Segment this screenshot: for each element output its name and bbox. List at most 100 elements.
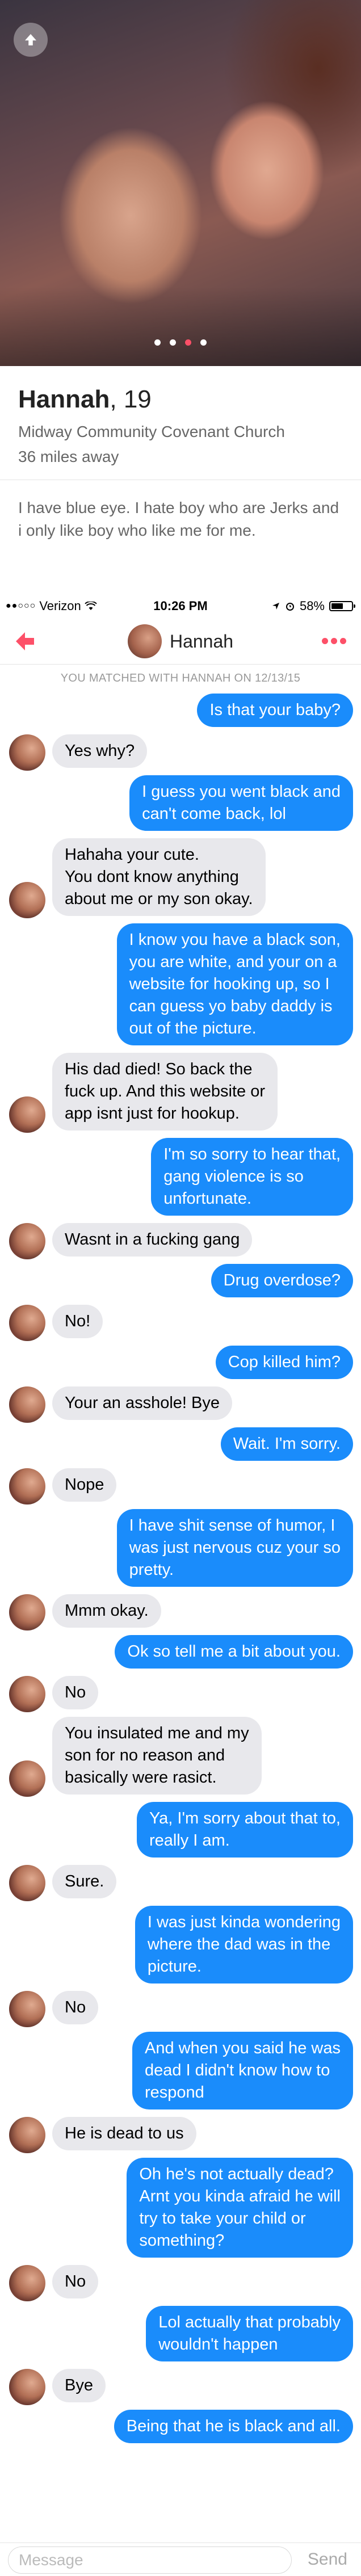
message-bubble[interactable]: I was just kinda wondering where the dad …: [135, 1906, 353, 1984]
message-bubble[interactable]: Hahaha your cute. You dont know anything a…: [52, 838, 266, 916]
message-line: His dad died! So back the: [65, 1060, 253, 1078]
message-bubble[interactable]: No!: [52, 1305, 103, 1338]
outgoing-message: Cop killed him?: [0, 1346, 361, 1379]
message-bubble[interactable]: He is dead to us: [52, 2117, 196, 2150]
message-bubble[interactable]: And when you said he was dead I didn't kn…: [132, 2032, 353, 2109]
message-line: I guess you went black and: [142, 783, 341, 801]
message-line: Yes why?: [65, 742, 135, 760]
message-line: Lol actually that probably: [158, 2313, 341, 2331]
message-bubble[interactable]: Drug overdose?: [211, 1264, 353, 1297]
message-line: Mmm okay.: [65, 1602, 149, 1620]
photo-dot-active[interactable]: [185, 339, 191, 346]
avatar[interactable]: [127, 624, 162, 658]
incoming-message: He is dead to us: [0, 2117, 361, 2153]
message-bubble[interactable]: Ok so tell me a bit about you.: [115, 1635, 353, 1669]
message-bubble[interactable]: No: [52, 1676, 99, 1709]
message-line: You dont know anything: [65, 868, 239, 886]
profile-info: Hannah, 19 Midway Community Covenant Chu…: [0, 366, 361, 593]
message-bubble[interactable]: His dad died! So back the fuck up. And th…: [52, 1053, 278, 1131]
message-bubble[interactable]: Mmm okay.: [52, 1594, 161, 1628]
incoming-message: Hahaha your cute. You dont know anything a…: [0, 838, 361, 918]
message-bubble[interactable]: No: [52, 2265, 99, 2298]
avatar[interactable]: [9, 734, 45, 771]
incoming-message: No: [0, 1676, 361, 1712]
message-bubble[interactable]: Lol actually that probably wouldn't happe…: [146, 2306, 353, 2361]
message-bubble[interactable]: I'm so sorry to hear that, gang violence …: [151, 1138, 353, 1216]
outgoing-message: Ya, I'm sorry about that to, really I am.: [0, 1802, 361, 1858]
profile-photo[interactable]: [0, 0, 361, 366]
avatar[interactable]: [9, 882, 45, 918]
outgoing-message: And when you said he was dead I didn't kn…: [0, 2032, 361, 2109]
message-bubble[interactable]: Is that your baby?: [197, 694, 353, 727]
message-bubble[interactable]: Sure.: [52, 1865, 117, 1898]
message-line: Your an asshole! Bye: [65, 1394, 220, 1412]
message-bubble[interactable]: Cop killed him?: [215, 1346, 353, 1379]
message-bubble[interactable]: Your an asshole! Bye: [52, 1386, 233, 1420]
message-bubble[interactable]: I guess you went black and can't come bac…: [129, 775, 353, 831]
avatar[interactable]: [9, 1991, 45, 2027]
avatar[interactable]: [9, 1676, 45, 1712]
message-line: I'm so sorry to hear that,: [163, 1145, 341, 1163]
profile-name: Hannah: [18, 385, 110, 413]
avatar[interactable]: [9, 1760, 45, 1797]
avatar[interactable]: [9, 1594, 45, 1631]
chat-match-info[interactable]: Hannah: [0, 624, 361, 658]
message-bubble[interactable]: Yes why?: [52, 734, 148, 768]
outgoing-message: I have shit sense of humor, I was just ne…: [0, 1509, 361, 1587]
arrow-up-icon: [25, 34, 36, 45]
message-bubble[interactable]: Being that he is black and all.: [114, 2410, 353, 2443]
message-line: can't come back, lol: [142, 805, 286, 823]
photo-dot[interactable]: [200, 339, 207, 346]
message-bubble[interactable]: Wait. I'm sorry.: [220, 1427, 353, 1461]
profile-age: 19: [123, 385, 152, 413]
message-line: Bye: [65, 2376, 93, 2394]
send-button[interactable]: Send: [308, 2550, 347, 2569]
photo-dot[interactable]: [170, 339, 176, 346]
message-input[interactable]: [8, 2546, 292, 2574]
avatar[interactable]: [9, 2265, 45, 2301]
message-line: Cop killed him?: [228, 1353, 341, 1371]
message-bubble[interactable]: I know you have a black son, you are whit…: [116, 923, 353, 1045]
outgoing-message: I know you have a black son, you are whit…: [0, 923, 361, 1045]
status-bar: ●●○○○ Verizon 10:26 PM 58%: [0, 593, 361, 619]
message-line: respond: [145, 2083, 204, 2102]
message-line: Wasnt in a fucking gang: [65, 1230, 240, 1249]
incoming-message: Bye: [0, 2369, 361, 2405]
avatar[interactable]: [9, 1865, 45, 1901]
message-line: gang violence is so: [163, 1167, 304, 1186]
location-arrow-icon: [272, 603, 279, 610]
message-bubble[interactable]: I have shit sense of humor, I was just ne…: [116, 1509, 353, 1587]
incoming-message: No: [0, 1991, 361, 2027]
avatar[interactable]: [9, 1468, 45, 1505]
incoming-message: Wasnt in a fucking gang: [0, 1223, 361, 1259]
avatar[interactable]: [9, 2117, 45, 2153]
message-bubble[interactable]: Wasnt in a fucking gang: [52, 1223, 253, 1257]
message-bubble[interactable]: Ya, I'm sorry about that to, really I am.: [136, 1802, 353, 1858]
message-line: son for no reason and: [65, 1746, 225, 1764]
avatar[interactable]: [9, 1223, 45, 1259]
message-line: was just nervous cuz your so: [129, 1539, 341, 1557]
avatar[interactable]: [9, 1096, 45, 1133]
avatar[interactable]: [9, 1305, 45, 1341]
outgoing-message: Being that he is black and all.: [0, 2410, 361, 2443]
message-bubble[interactable]: You insulated me and my son for no reason…: [52, 1717, 262, 1795]
more-options-icon[interactable]: [322, 638, 346, 644]
more-dot: [340, 638, 346, 644]
photo-pager: [0, 339, 361, 346]
message-bubble[interactable]: Bye: [52, 2369, 106, 2402]
avatar[interactable]: [9, 1386, 45, 1423]
message-bubble[interactable]: No: [52, 1991, 99, 2024]
message-line: Sure.: [65, 1872, 104, 1890]
message-line: fuck up. And this website or: [65, 1082, 266, 1100]
message-bubble[interactable]: Oh he's not actually dead? Arnt you kinda…: [127, 2158, 353, 2258]
photo-dot[interactable]: [154, 339, 161, 346]
message-line: No!: [65, 1312, 91, 1330]
alarm-icon: [286, 603, 294, 611]
message-bubble[interactable]: Nope: [52, 1468, 117, 1502]
message-line: about me or my son okay.: [65, 890, 253, 908]
message-line: Nope: [65, 1476, 104, 1494]
outgoing-message: Drug overdose?: [0, 1264, 361, 1297]
avatar[interactable]: [9, 2369, 45, 2405]
collapse-profile-button[interactable]: [14, 23, 48, 57]
message-line: I know you have a black son,: [129, 931, 341, 949]
